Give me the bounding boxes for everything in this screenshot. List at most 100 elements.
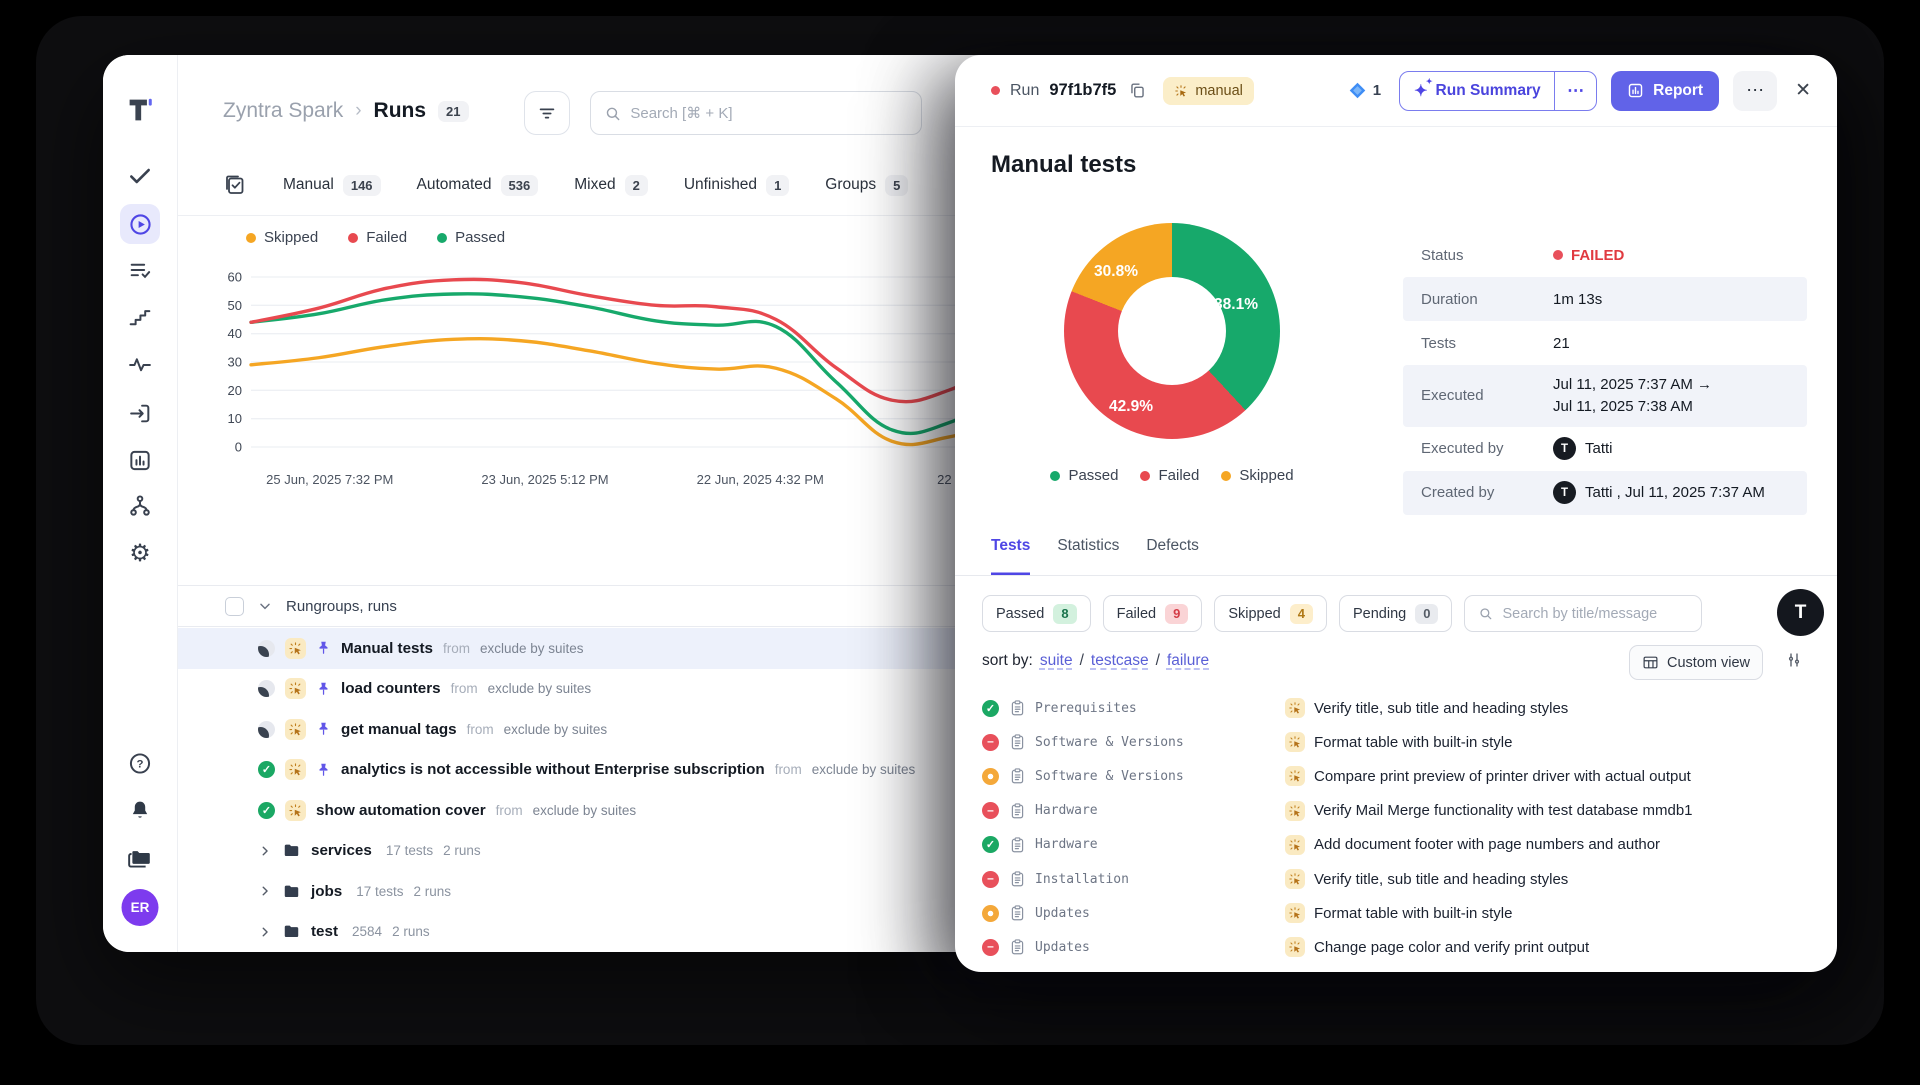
chevron-right-icon[interactable] (258, 844, 272, 858)
sidebar-item-projects[interactable] (127, 846, 153, 872)
custom-view-button[interactable]: Custom view (1629, 645, 1763, 680)
chevron-down-icon[interactable] (257, 598, 273, 614)
test-title[interactable]: Format table with built-in style (1314, 905, 1512, 922)
run-name[interactable]: jobs (311, 883, 342, 900)
import-icon (128, 401, 153, 426)
svg-text:22 Jun, 2025 4:32 PM: 22 Jun, 2025 4:32 PM (697, 472, 824, 487)
run-name[interactable]: test (311, 923, 338, 940)
run-type-tab[interactable]: Groups 5 (825, 175, 908, 196)
select-all-checkbox[interactable] (225, 597, 244, 616)
run-source[interactable]: exclude by suites (533, 803, 637, 818)
summary-more-button[interactable]: ⋯ (1555, 81, 1596, 101)
status-filter-chip[interactable]: Pending 0 (1339, 595, 1452, 632)
run-summary-button[interactable]: ✦✦ Run Summary ⋯ (1399, 71, 1597, 111)
legend-item[interactable]: Skipped (246, 229, 318, 246)
select-all-icon[interactable] (223, 173, 247, 197)
test-title[interactable]: Format table with built-in style (1314, 734, 1512, 751)
legend-item[interactable]: Failed (348, 229, 407, 246)
run-type-tab[interactable]: Manual 146 (283, 175, 381, 196)
test-suite-name[interactable]: Installation (1035, 872, 1285, 887)
legend-item[interactable]: Passed (1050, 467, 1118, 484)
chevron-right-icon[interactable] (258, 925, 272, 939)
test-row[interactable]: Software & Versions Compare print previe… (955, 759, 1837, 793)
list-check-icon (128, 258, 153, 283)
legend-item[interactable]: Failed (1140, 467, 1199, 484)
run-name[interactable]: services (311, 842, 372, 859)
folder-icon (282, 882, 301, 901)
test-suite-name[interactable]: Updates (1035, 940, 1285, 955)
user-avatar[interactable]: ER (122, 889, 159, 926)
detail-tab[interactable]: Statistics (1057, 537, 1119, 575)
sliders-icon[interactable] (1785, 651, 1803, 669)
run-source[interactable]: exclude by suites (480, 641, 584, 656)
filter-button[interactable] (524, 91, 570, 135)
sidebar-item-analytics[interactable] (128, 448, 153, 473)
test-row[interactable]: Prerequisites Verify title, sub title an… (955, 691, 1837, 725)
run-type-tab[interactable]: Automated 536 (417, 175, 539, 196)
run-name[interactable]: Manual tests (341, 640, 433, 657)
test-search-input[interactable] (1502, 606, 1688, 622)
test-suite-name[interactable]: Updates (1035, 906, 1285, 921)
legend-label: Skipped (264, 229, 318, 246)
sidebar-item-settings[interactable]: ⚙ (129, 542, 151, 566)
sidebar-item-plans[interactable] (128, 258, 153, 283)
status-filter-chip[interactable]: Passed 8 (982, 595, 1091, 632)
test-suite-name[interactable]: Hardware (1035, 803, 1285, 818)
breadcrumb-project[interactable]: Zyntra Spark (223, 99, 343, 123)
global-search[interactable] (590, 91, 922, 135)
test-title[interactable]: Add document footer with page numbers an… (1314, 836, 1660, 853)
detail-tab[interactable]: Tests (991, 537, 1030, 575)
test-row[interactable]: Hardware Add document footer with page n… (955, 828, 1837, 862)
close-icon[interactable]: ✕ (1795, 79, 1811, 102)
test-title[interactable]: Change page color and verify print outpu… (1314, 939, 1589, 956)
status-filter-chip[interactable]: Skipped 4 (1214, 595, 1327, 632)
test-suite-name[interactable]: Hardware (1035, 837, 1285, 852)
run-type-tab[interactable]: Mixed 2 (574, 175, 648, 196)
sidebar-item-notifications[interactable] (128, 798, 153, 823)
status-filter-chip[interactable]: Failed 9 (1103, 595, 1203, 632)
run-name[interactable]: show automation cover (316, 802, 486, 819)
run-type-tab[interactable]: Unfinished 1 (684, 175, 789, 196)
legend-item[interactable]: Skipped (1221, 467, 1293, 484)
search-input[interactable] (630, 105, 908, 122)
test-row[interactable]: Updates Format table with built-in style (955, 896, 1837, 930)
run-source[interactable]: exclude by suites (488, 681, 592, 696)
test-row[interactable] (955, 965, 1837, 973)
sidebar-item-runs[interactable] (120, 204, 160, 244)
detail-tab[interactable]: Defects (1146, 537, 1199, 575)
test-suite-name[interactable]: Software & Versions (1035, 735, 1285, 750)
test-title[interactable]: Verify title, sub title and heading styl… (1314, 700, 1568, 717)
sidebar-item-branches[interactable] (128, 493, 153, 518)
test-row[interactable]: Updates Change page color and verify pri… (955, 930, 1837, 964)
test-title[interactable]: Verify Mail Merge functionality with tes… (1314, 802, 1693, 819)
sidebar-item-activity[interactable] (128, 352, 153, 377)
sidebar-item-help[interactable]: ? (128, 751, 153, 776)
sort-suite-link[interactable]: suite (1040, 652, 1073, 670)
run-name[interactable]: load counters (341, 680, 441, 697)
test-row[interactable]: Software & Versions Format table with bu… (955, 725, 1837, 759)
sidebar-item-milestones[interactable] (128, 305, 153, 330)
sidebar-item-tests[interactable] (127, 163, 153, 189)
test-title[interactable]: Compare print preview of printer driver … (1314, 768, 1691, 785)
test-row[interactable]: Hardware Verify Mail Merge functionality… (955, 794, 1837, 828)
pin-icon (316, 640, 331, 656)
test-row[interactable]: Installation Verify title, sub title and… (955, 862, 1837, 896)
legend-item[interactable]: Passed (437, 229, 505, 246)
assignee-avatar[interactable]: T (1777, 589, 1824, 636)
run-source[interactable]: exclude by suites (504, 722, 608, 737)
chevron-right-icon[interactable] (258, 884, 272, 898)
sidebar-item-import[interactable] (128, 401, 153, 426)
run-name[interactable]: analytics is not accessible without Ente… (341, 761, 765, 778)
test-title[interactable]: Verify title, sub title and heading styl… (1314, 871, 1568, 888)
more-actions-button[interactable]: ⋯ (1733, 71, 1777, 111)
report-button[interactable]: Report (1611, 71, 1719, 111)
sort-testcase-link[interactable]: testcase (1091, 652, 1149, 670)
run-name[interactable]: get manual tags (341, 721, 457, 738)
test-suite-name[interactable]: Software & Versions (1035, 769, 1285, 784)
test-suite-name[interactable]: Prerequisites (1035, 701, 1285, 716)
test-search[interactable] (1464, 595, 1702, 632)
run-source[interactable]: exclude by suites (812, 762, 916, 777)
manual-cursor-icon (1285, 698, 1305, 718)
sort-failure-link[interactable]: failure (1167, 652, 1209, 670)
copy-run-id-button[interactable] (1128, 81, 1147, 100)
